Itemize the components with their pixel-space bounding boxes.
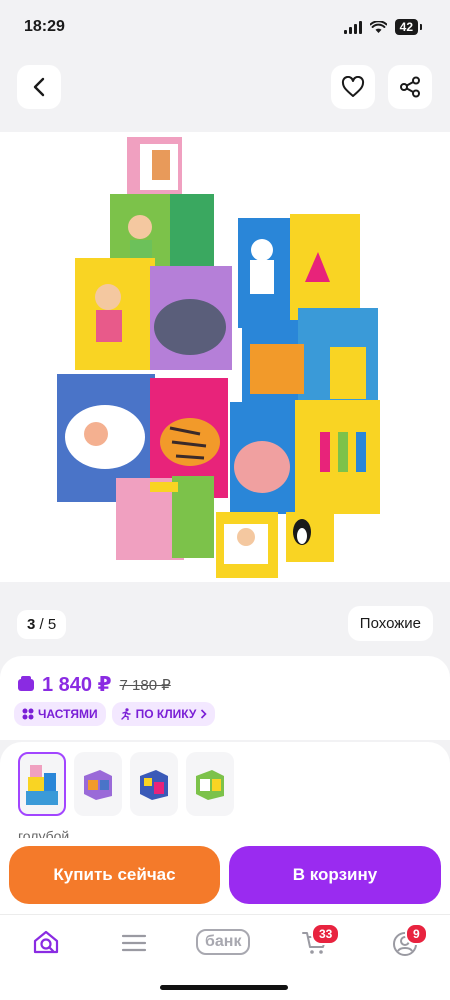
- installments-chip-label: ЧАСТЯМИ: [38, 707, 98, 721]
- variant-thumb-blue[interactable]: [18, 752, 66, 816]
- variant-4-image: [196, 770, 224, 800]
- tab-catalog[interactable]: [121, 933, 147, 953]
- similar-button[interactable]: Похожие: [347, 606, 433, 641]
- top-bar: [0, 56, 450, 132]
- profile-badge: 9: [405, 923, 428, 945]
- tab-bank[interactable]: банк: [196, 929, 251, 955]
- product-gallery[interactable]: [0, 132, 450, 582]
- chevron-left-icon: [33, 77, 45, 97]
- current-price: 1 840 ₽: [42, 674, 112, 696]
- favorite-button[interactable]: [331, 65, 375, 109]
- action-bar: Купить сейчас В корзину: [0, 838, 450, 916]
- chevron-right-icon: [201, 709, 207, 719]
- heart-icon: [341, 76, 365, 97]
- back-button[interactable]: [17, 65, 61, 109]
- image-counter-current: 3: [27, 616, 36, 633]
- bank-icon: банк: [196, 929, 251, 955]
- tab-home[interactable]: [32, 929, 60, 955]
- battery-icon: 42: [394, 19, 423, 35]
- status-icons: 42: [343, 19, 423, 35]
- wifi-icon: [369, 20, 387, 33]
- price-row: 1 840 ₽ 7 180 ₽: [18, 672, 171, 697]
- buy-now-button[interactable]: Купить сейчас: [9, 846, 220, 904]
- share-icon: [400, 76, 420, 98]
- menu-icon: [121, 934, 147, 952]
- variant-2-image: [84, 770, 112, 800]
- gallery-footer: 3 / 5 Похожие: [0, 582, 450, 660]
- cart-badge: 33: [311, 923, 341, 945]
- variant-thumb-3[interactable]: [130, 752, 178, 816]
- installments-chip[interactable]: ЧАСТЯМИ: [14, 702, 106, 726]
- variant-blue-image: [26, 765, 58, 805]
- signal-icon: [343, 20, 362, 34]
- bottom-tabbar: банк 33 9: [0, 914, 450, 1000]
- variant-thumb-4[interactable]: [186, 752, 234, 816]
- payment-chips: ЧАСТЯМИ ПО КЛИКУ: [14, 702, 216, 726]
- old-price: 7 180 ₽: [119, 676, 171, 694]
- home-search-icon: [33, 930, 59, 954]
- wallet-icon: [18, 675, 34, 691]
- bank-label: банк: [205, 933, 242, 950]
- one-click-chip[interactable]: ПО КЛИКУ: [111, 702, 216, 726]
- variant-3-image: [140, 770, 168, 800]
- image-counter-total: / 5: [39, 616, 57, 633]
- running-person-icon: [120, 708, 131, 720]
- price-card: 1 840 ₽ 7 180 ₽ ЧАСТЯМИ ПО КЛИКУ: [0, 656, 450, 740]
- variant-thumb-2[interactable]: [74, 752, 122, 816]
- parts-icon: [22, 708, 34, 720]
- one-click-chip-label: ПО КЛИКУ: [135, 707, 197, 721]
- image-counter: 3 / 5: [17, 610, 67, 639]
- add-to-cart-button[interactable]: В корзину: [229, 846, 441, 904]
- status-bar: 18:29 42: [0, 0, 450, 56]
- home-indicator: [160, 985, 288, 990]
- product-photo-stacking-cubes: [57, 137, 380, 578]
- share-button[interactable]: [388, 65, 432, 109]
- status-time: 18:29: [24, 18, 65, 35]
